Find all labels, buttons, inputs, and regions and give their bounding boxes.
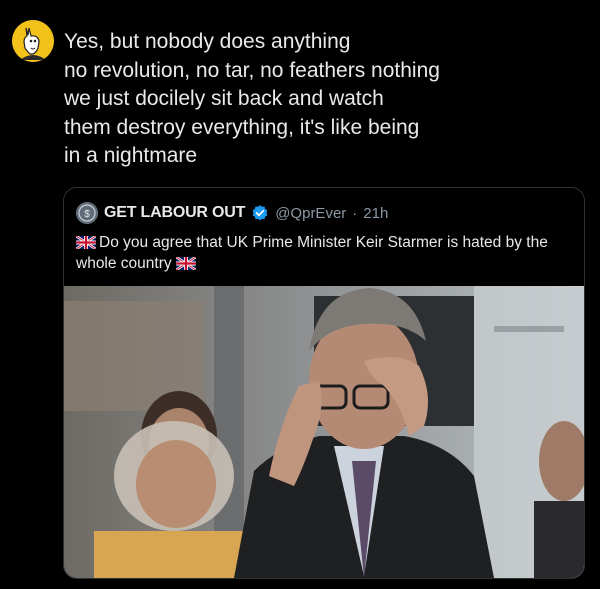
post-text-line: Yes, but nobody does anything <box>64 30 351 53</box>
uk-flag-icon <box>75 234 97 251</box>
post-text-line: we just docilely sit back and watch <box>64 87 384 110</box>
post-text: Yes, but nobody does anything no revolut… <box>64 28 564 171</box>
uk-flag-icon <box>175 255 197 272</box>
post-text-line: in a nightmare <box>64 144 198 167</box>
quoted-text-line: Do you agree that UK Prime Minister Keir… <box>99 234 548 251</box>
quoted-post-text: Do you agree that UK Prime Minister Keir… <box>75 232 572 274</box>
quoted-post-header: $ GET LABOUR OUT @QprEver · 21h <box>76 202 388 224</box>
quoted-author-handle[interactable]: @QprEver <box>275 205 346 222</box>
quoted-post-card[interactable]: $ GET LABOUR OUT @QprEver · 21h Do you a… <box>63 187 585 579</box>
post-text-line: them destroy everything, it's like being <box>64 115 420 139</box>
svg-text:$: $ <box>84 209 90 220</box>
quoted-post-time[interactable]: 21h <box>363 205 388 222</box>
quoted-text-line: whole country <box>76 255 172 272</box>
verified-badge-icon <box>251 204 269 222</box>
post-text-line: no revolution, no tar, no feathers nothi… <box>64 58 440 82</box>
quoted-author-name[interactable]: GET LABOUR OUT <box>104 204 245 222</box>
quoted-post-image[interactable] <box>64 286 584 578</box>
llama-avatar-icon[interactable] <box>12 20 54 62</box>
separator-dot: · <box>352 204 358 222</box>
quoted-author-avatar[interactable]: $ <box>76 202 98 224</box>
